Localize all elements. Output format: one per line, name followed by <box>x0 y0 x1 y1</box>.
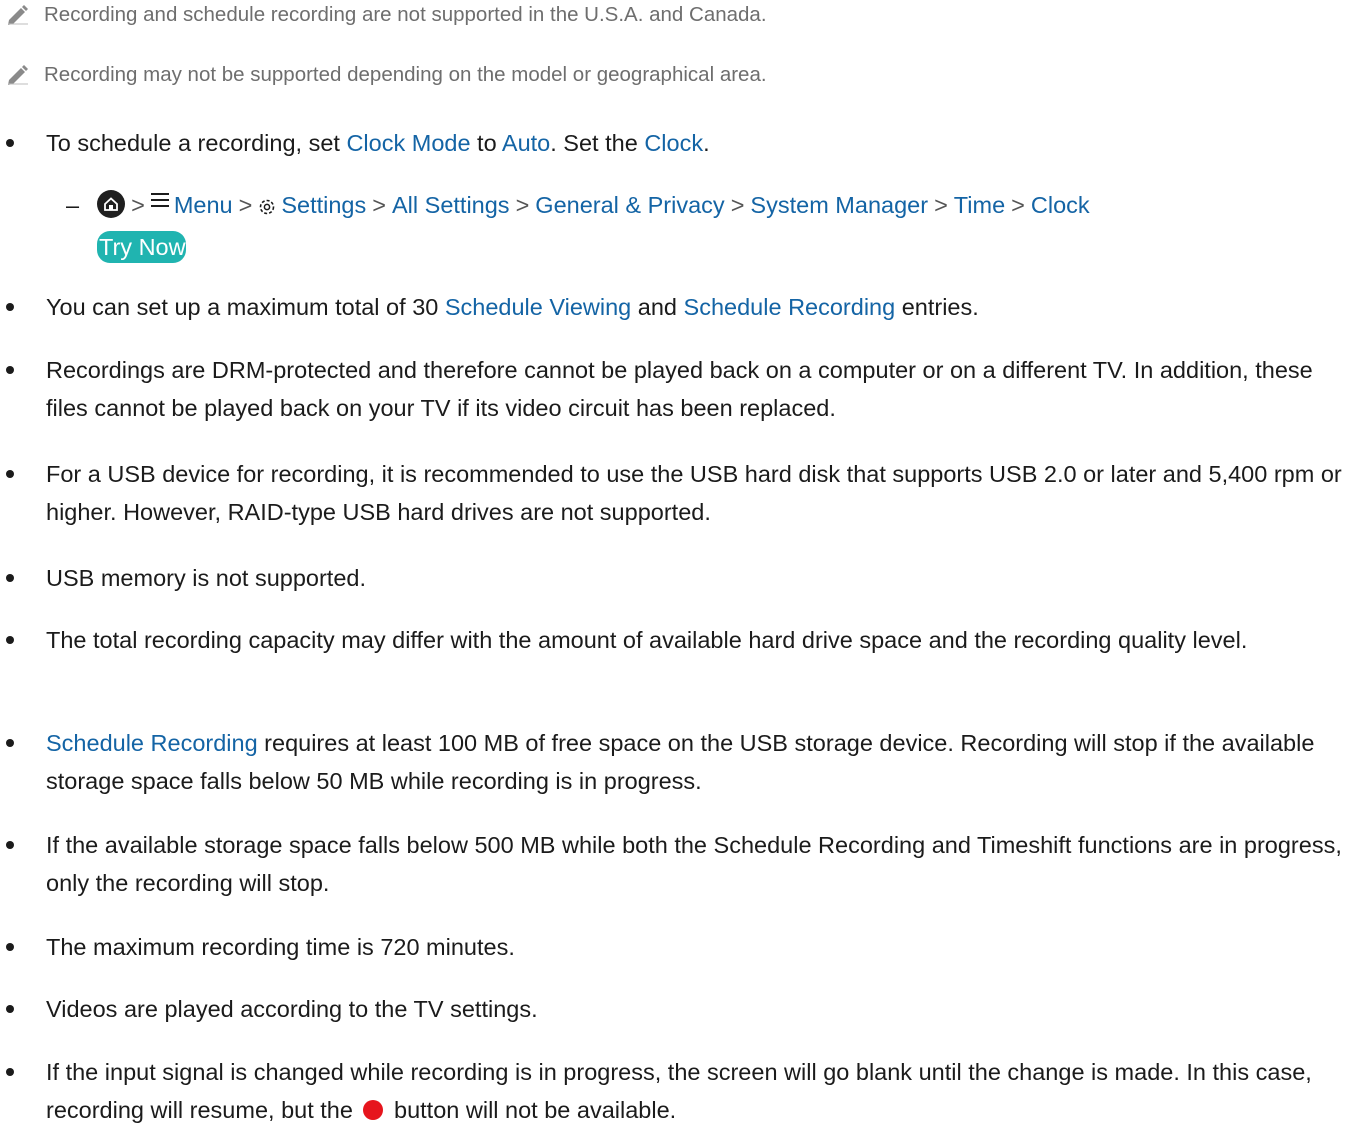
link-clock-mode[interactable]: Clock Mode <box>346 130 470 156</box>
bullet-tv-settings: Videos are played according to the TV se… <box>6 990 1351 1028</box>
link-schedule-recording[interactable]: Schedule Recording <box>684 294 896 320</box>
bullet-dot <box>6 470 14 478</box>
bullet-dot <box>6 303 14 311</box>
link-schedule-recording[interactable]: Schedule Recording <box>46 730 258 756</box>
chevron-right-icon: > <box>238 192 253 218</box>
home-icon[interactable] <box>97 190 126 218</box>
menu-icon <box>150 189 169 211</box>
note-text: Recording and schedule recording are not… <box>44 3 767 26</box>
path-all-settings[interactable]: All Settings <box>392 192 510 218</box>
bullet-text: Recordings are DRM-protected and therefo… <box>46 357 1313 421</box>
bullet-usb-device: For a USB device for recording, it is re… <box>6 455 1351 531</box>
path-settings[interactable]: Settings <box>281 192 366 218</box>
menu-path: – > Menu > Settings > All Settings > General & P… <box>66 186 1090 224</box>
path-dash: – <box>66 192 80 218</box>
bullet-text: You can set up a maximum total of 30 Sch… <box>46 294 979 320</box>
chevron-right-icon: > <box>730 192 745 218</box>
chevron-right-icon: > <box>515 192 530 218</box>
bullet-max-entries: You can set up a maximum total of 30 Sch… <box>6 288 1351 326</box>
bullet-clock-mode: To schedule a recording, set Clock Mode … <box>6 124 1351 162</box>
bullet-dot <box>6 366 14 374</box>
bullet-free-space: Schedule Recording requires at least 100… <box>6 724 1351 800</box>
path-time[interactable]: Time <box>954 192 1005 218</box>
pencil-icon <box>8 5 28 25</box>
link-schedule-viewing[interactable]: Schedule Viewing <box>445 294 631 320</box>
note-2: Recording may not be supported depending… <box>6 63 767 87</box>
chevron-right-icon: > <box>1011 192 1025 218</box>
bullet-timeshift: If the available storage space falls bel… <box>6 826 1351 902</box>
bullet-dot <box>6 943 14 951</box>
link-auto[interactable]: Auto <box>502 130 550 156</box>
path-clock[interactable]: Clock <box>1031 192 1090 218</box>
bullet-text: USB memory is not supported. <box>46 565 366 591</box>
bullet-input-signal: If the input signal is changed while rec… <box>6 1053 1351 1129</box>
bullet-dot <box>6 841 14 849</box>
bullet-text: The total recording capacity may differ … <box>46 627 1248 653</box>
path-menu[interactable]: Menu <box>174 192 233 218</box>
bullet-text: Videos are played according to the TV se… <box>46 996 538 1022</box>
bullet-dot <box>6 1068 14 1076</box>
path-general-privacy[interactable]: General & Privacy <box>535 192 724 218</box>
note-text: Recording may not be supported depending… <box>44 63 767 86</box>
bullet-text: The maximum recording time is 720 minute… <box>46 934 515 960</box>
bullet-dot <box>6 1005 14 1013</box>
bullet-dot <box>6 574 14 582</box>
chevron-right-icon: > <box>131 192 145 218</box>
link-clock[interactable]: Clock <box>644 130 703 156</box>
bullet-text: Schedule Recording requires at least 100… <box>46 730 1315 794</box>
bullet-text: If the input signal is changed while rec… <box>46 1059 1312 1123</box>
bullet-capacity: The total recording capacity may differ … <box>6 621 1351 659</box>
bullet-dot <box>6 636 14 644</box>
record-button-icon <box>363 1100 384 1120</box>
bullet-text: For a USB device for recording, it is re… <box>46 461 1342 525</box>
bullet-dot <box>6 739 14 747</box>
try-now-button[interactable]: Try Now <box>97 231 186 263</box>
bullet-text: If the available storage space falls bel… <box>46 832 1342 896</box>
bullet-dot <box>6 139 14 147</box>
path-system-manager[interactable]: System Manager <box>750 192 928 218</box>
note-1: Recording and schedule recording are not… <box>6 3 767 27</box>
chevron-right-icon: > <box>934 192 948 218</box>
bullet-text: To schedule a recording, set Clock Mode … <box>46 130 710 156</box>
bullet-max-time: The maximum recording time is 720 minute… <box>6 928 1351 966</box>
gear-icon <box>260 199 275 215</box>
pencil-icon <box>8 65 28 85</box>
chevron-right-icon: > <box>372 192 386 218</box>
bullet-drm: Recordings are DRM-protected and therefo… <box>6 351 1351 427</box>
bullet-usb-memory: USB memory is not supported. <box>6 559 1351 597</box>
